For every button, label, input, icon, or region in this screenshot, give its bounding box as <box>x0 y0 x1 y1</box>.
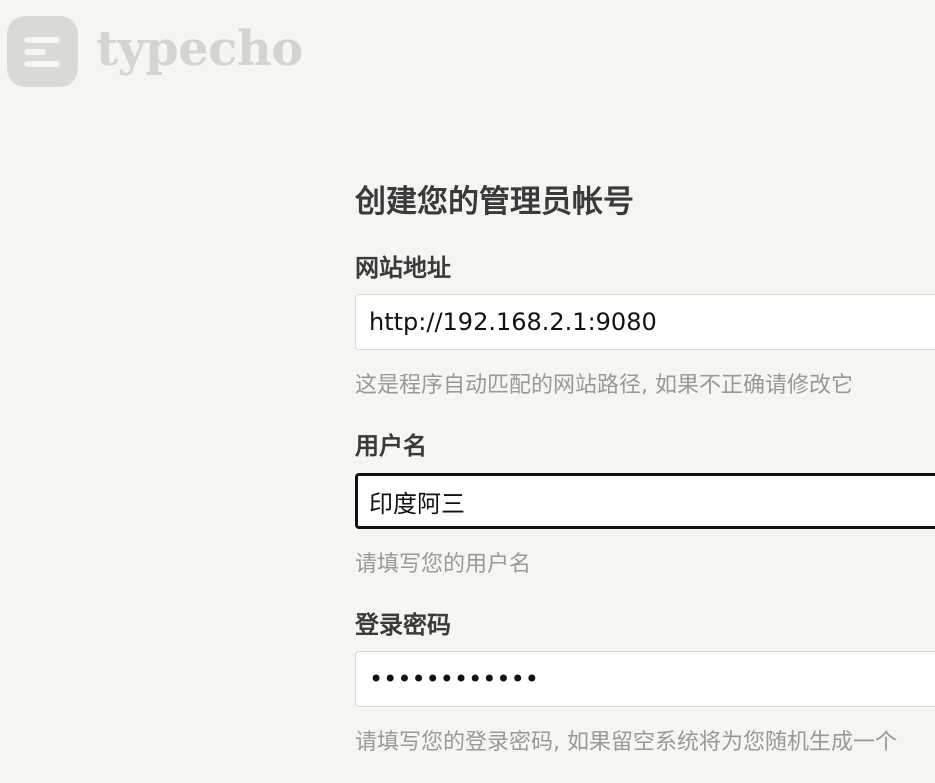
typecho-logo-icon <box>7 16 78 87</box>
typecho-logo: typecho <box>7 16 303 87</box>
page-title: 创建您的管理员帐号 <box>355 184 634 220</box>
username-input[interactable] <box>355 473 935 529</box>
site-url-label: 网站地址 <box>355 254 451 282</box>
username-label: 用户名 <box>355 432 427 460</box>
brand-name: typecho <box>96 20 303 77</box>
password-hint: 请填写您的登录密码, 如果留空系统将为您随机生成一个 <box>355 730 897 755</box>
password-label: 登录密码 <box>355 611 451 639</box>
username-hint: 请填写您的用户名 <box>355 552 532 577</box>
password-input[interactable] <box>355 651 935 707</box>
site-url-input[interactable] <box>355 294 935 350</box>
site-url-hint: 这是程序自动匹配的网站路径, 如果不正确请修改它 <box>355 373 853 398</box>
